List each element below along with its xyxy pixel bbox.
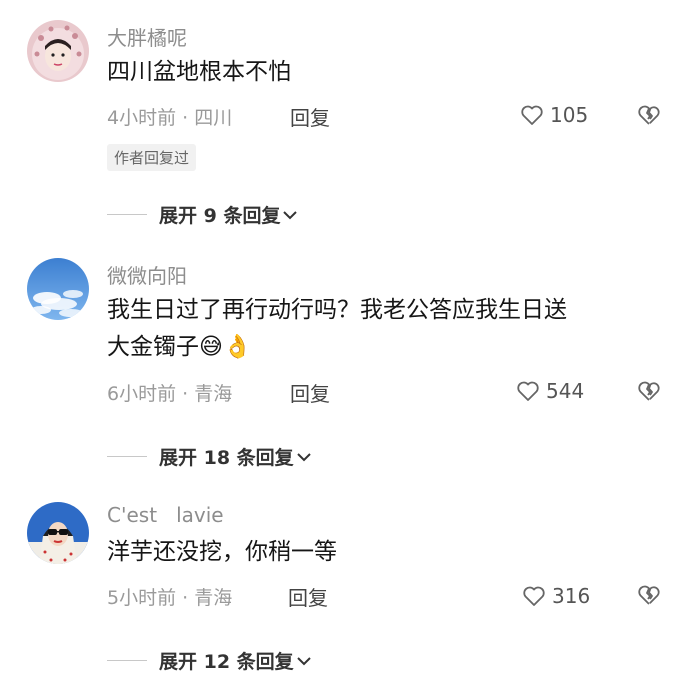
divider-line — [107, 456, 147, 457]
expand-replies-label: 展开 18 条回复 — [159, 447, 294, 469]
reply-button[interactable]: 回复 — [290, 102, 330, 131]
comment-text: 大金镯子 — [107, 334, 199, 360]
ok-hand-emoji: 👌 — [222, 334, 252, 360]
comment-username[interactable]: 微微向阳 — [107, 260, 187, 289]
chevron-down-icon — [283, 210, 298, 219]
comment-username[interactable]: 大胖橘呢 — [107, 22, 187, 51]
divider-line — [107, 660, 147, 661]
expand-replies-label: 展开 9 条回复 — [159, 205, 281, 227]
chevron-down-icon — [296, 452, 311, 461]
expand-replies-button[interactable]: 展开 9 条回复 — [107, 201, 298, 228]
chevron-down-icon — [296, 656, 311, 665]
like-button[interactable]: 544 — [516, 379, 584, 403]
comment-time-location: 4小时前 · 四川 — [107, 107, 233, 129]
comment-text: 洋芋还没挖，你稍一等 — [107, 539, 337, 565]
dislike-button[interactable] — [637, 380, 661, 406]
heart-outline-icon — [523, 586, 545, 606]
comment-time-location: 5小时前 · 青海 — [107, 587, 233, 609]
broken-heart-icon — [638, 105, 660, 125]
broken-heart-icon — [638, 585, 660, 605]
expand-replies-button[interactable]: 展开 18 条回复 — [107, 443, 312, 470]
reply-button[interactable]: 回复 — [290, 378, 330, 407]
expand-replies-button[interactable]: 展开 12 条回复 — [107, 647, 312, 674]
dislike-button[interactable] — [637, 104, 661, 130]
comment-time-location: 6小时前 · 青海 — [107, 383, 233, 405]
reply-button[interactable]: 回复 — [288, 582, 328, 611]
divider-line — [107, 214, 147, 215]
broken-heart-icon — [638, 381, 660, 401]
like-count: 544 — [546, 379, 585, 403]
comment-text: 四川盆地根本不怕 — [107, 59, 291, 85]
comment-text-line-2: 大金镯子😅👌 — [107, 329, 252, 366]
like-button[interactable]: 105 — [520, 103, 588, 127]
like-button[interactable]: 316 — [522, 584, 590, 608]
user-avatar[interactable] — [27, 502, 89, 564]
author-replied-badge: 作者回复过 — [107, 144, 197, 171]
comment-username[interactable]: C'est lavie — [107, 503, 224, 527]
comment-text: 我生日过了再行动行吗？我老公答应我生日送 — [107, 297, 567, 323]
like-count: 105 — [550, 103, 589, 127]
dislike-button[interactable] — [637, 584, 661, 610]
heart-outline-icon — [517, 381, 539, 401]
expand-replies-label: 展开 12 条回复 — [159, 651, 294, 673]
sweat-smile-emoji: 😅 — [199, 334, 223, 360]
like-count: 316 — [552, 584, 591, 608]
user-avatar[interactable] — [27, 258, 89, 320]
user-avatar[interactable] — [27, 20, 89, 82]
heart-outline-icon — [521, 105, 543, 125]
